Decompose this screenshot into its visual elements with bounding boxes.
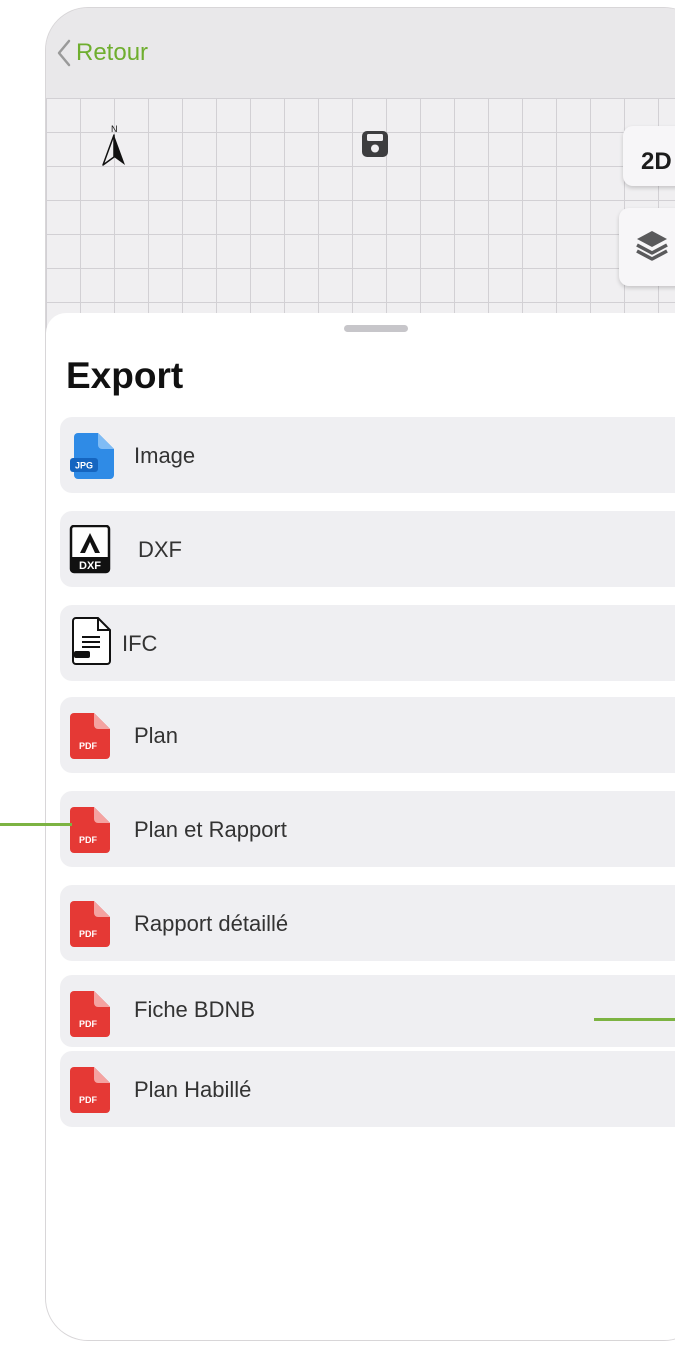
export-option-label: Fiche BDNB [134, 997, 256, 1022]
layers-icon [636, 231, 668, 261]
export-option-plan[interactable]: PDF Plan [60, 697, 675, 773]
export-option-label: Rapport détaillé [134, 911, 289, 936]
view-mode-2d-button[interactable]: 2D [623, 126, 675, 186]
export-option-fiche-bdnb[interactable]: PDF Fiche BDNB [60, 975, 675, 1047]
export-option-plan-et-rapport[interactable]: PDF Plan et Rapport [60, 791, 675, 867]
back-button[interactable]: Retour [56, 38, 148, 68]
phone-screen: Retour N 2D Export JPG Image DXF DXF IFC… [46, 8, 675, 1340]
export-option-dxf[interactable]: DXF DXF [60, 511, 675, 587]
export-option-label: Plan et Rapport [134, 817, 287, 842]
svg-text:PDF: PDF [79, 929, 98, 939]
svg-text:JPG: JPG [75, 461, 93, 471]
export-option-label: DXF [138, 537, 182, 562]
export-option-rapport-detaille[interactable]: PDF Rapport détaillé [60, 885, 675, 961]
compass-north-icon[interactable]: N [102, 123, 126, 169]
pdf-file-icon: PDF [70, 901, 110, 947]
export-bottom-sheet: Export JPG Image DXF DXF IFC PDF Plan PD… [46, 313, 675, 1340]
jpg-file-icon: JPG [70, 433, 114, 479]
dxf-file-icon: DXF [69, 525, 111, 574]
save-icon[interactable] [361, 130, 389, 158]
pdf-file-icon: PDF [70, 713, 110, 759]
export-option-plan-habille[interactable]: PDF Plan Habillé [60, 1051, 675, 1127]
export-option-label: IFC [122, 631, 158, 656]
pdf-file-icon: PDF [70, 807, 110, 853]
pdf-file-icon: PDF [70, 991, 110, 1037]
layers-button[interactable] [619, 208, 675, 286]
ifc-file-icon [72, 617, 111, 665]
callout-line-right [594, 1018, 675, 1021]
chevron-left-icon [57, 39, 71, 67]
svg-text:PDF: PDF [79, 741, 98, 751]
svg-text:PDF: PDF [79, 835, 98, 845]
svg-text:N: N [111, 124, 118, 134]
export-option-ifc[interactable]: IFC [60, 605, 675, 681]
svg-text:DXF: DXF [79, 560, 101, 572]
svg-text:PDF: PDF [79, 1095, 98, 1105]
callout-line-left [0, 823, 72, 826]
export-option-label: Image [134, 443, 196, 468]
pdf-file-icon: PDF [70, 1067, 110, 1113]
back-label: Retour [76, 39, 149, 66]
export-option-image[interactable]: JPG Image [60, 417, 675, 493]
sheet-grabber[interactable] [344, 325, 408, 332]
sheet-title: Export [66, 355, 184, 396]
view-mode-label: 2D [641, 148, 672, 175]
export-option-label: Plan Habillé [134, 1077, 252, 1102]
top-bar: Retour [46, 8, 675, 98]
svg-text:PDF: PDF [79, 1019, 98, 1029]
export-option-label: Plan [134, 723, 179, 748]
